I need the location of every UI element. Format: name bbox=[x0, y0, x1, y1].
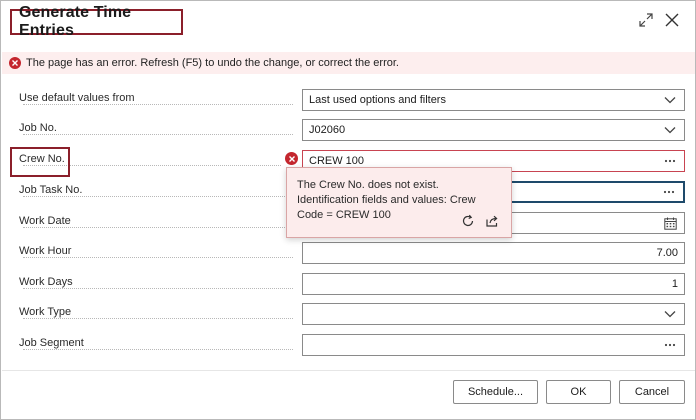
job-no-value: J02060 bbox=[309, 124, 346, 136]
crew-no-value: CREW 100 bbox=[309, 155, 365, 167]
refresh-icon[interactable] bbox=[461, 214, 475, 228]
error-banner: The page has an error. Refresh (F5) to u… bbox=[2, 52, 695, 74]
generate-time-entries-dialog: Generate Time Entries The page has an er… bbox=[0, 0, 696, 420]
field-row-work-days: Work Days 1 bbox=[19, 273, 685, 295]
dialog-title: Generate Time Entries bbox=[19, 4, 132, 39]
lookup-ellipsis-icon[interactable] bbox=[661, 184, 677, 200]
job-task-no-label: Job Task No. bbox=[19, 184, 87, 196]
dotted-leader bbox=[23, 349, 293, 350]
work-type-label: Work Type bbox=[19, 306, 76, 318]
work-date-label: Work Date bbox=[19, 215, 75, 227]
close-button[interactable] bbox=[663, 11, 681, 29]
expand-button[interactable] bbox=[637, 11, 655, 29]
crew-no-label: Crew No. bbox=[19, 153, 69, 165]
job-no-select[interactable]: J02060 bbox=[302, 119, 685, 141]
field-row-use-default-values: Use default values from Last used option… bbox=[19, 89, 685, 111]
lookup-ellipsis-icon[interactable] bbox=[662, 153, 678, 169]
field-row-job-segment: Job Segment bbox=[19, 334, 685, 356]
dotted-leader bbox=[23, 134, 293, 135]
close-icon bbox=[665, 13, 679, 27]
field-row-work-hour: Work Hour 7.00 bbox=[19, 242, 685, 264]
field-row-job-no: Job No. J02060 bbox=[19, 119, 685, 141]
dialog-title-box: Generate Time Entries bbox=[10, 4, 183, 39]
dotted-leader bbox=[23, 196, 293, 197]
work-type-select[interactable] bbox=[302, 303, 685, 325]
field-error-icon[interactable] bbox=[285, 152, 298, 165]
chevron-down-icon[interactable] bbox=[662, 92, 678, 108]
error-icon bbox=[9, 57, 21, 69]
work-days-value: 1 bbox=[671, 278, 678, 290]
crew-no-error-tooltip: The Crew No. does not exist. Identificat… bbox=[286, 167, 512, 238]
tooltip-actions bbox=[461, 214, 499, 228]
share-icon[interactable] bbox=[485, 214, 499, 228]
cancel-button[interactable]: Cancel bbox=[619, 380, 685, 404]
dotted-leader bbox=[23, 257, 293, 258]
work-hour-value: 7.00 bbox=[656, 247, 678, 259]
schedule-button[interactable]: Schedule... bbox=[453, 380, 538, 404]
work-days-label: Work Days bbox=[19, 276, 77, 288]
footer-separator bbox=[2, 370, 695, 371]
work-days-input[interactable]: 1 bbox=[302, 273, 685, 295]
job-segment-input[interactable] bbox=[302, 334, 685, 356]
expand-icon bbox=[639, 13, 653, 27]
chevron-down-icon[interactable] bbox=[662, 122, 678, 138]
dotted-leader bbox=[23, 318, 293, 319]
dotted-leader bbox=[23, 104, 293, 105]
error-banner-message: The page has an error. Refresh (F5) to u… bbox=[26, 57, 399, 69]
dotted-leader bbox=[23, 288, 293, 289]
job-segment-label: Job Segment bbox=[19, 337, 88, 349]
lookup-ellipsis-icon[interactable] bbox=[662, 337, 678, 353]
work-hour-label: Work Hour bbox=[19, 245, 76, 257]
use-default-values-label: Use default values from bbox=[19, 92, 139, 104]
work-hour-input[interactable]: 7.00 bbox=[302, 242, 685, 264]
use-default-values-value: Last used options and filters bbox=[309, 94, 446, 106]
chevron-down-icon[interactable] bbox=[662, 306, 678, 322]
ok-button[interactable]: OK bbox=[546, 380, 611, 404]
job-no-label: Job No. bbox=[19, 122, 61, 134]
calendar-icon[interactable] bbox=[662, 215, 678, 231]
dotted-leader bbox=[23, 227, 293, 228]
dotted-leader bbox=[23, 165, 281, 166]
field-row-work-type: Work Type bbox=[19, 303, 685, 325]
use-default-values-select[interactable]: Last used options and filters bbox=[302, 89, 685, 111]
